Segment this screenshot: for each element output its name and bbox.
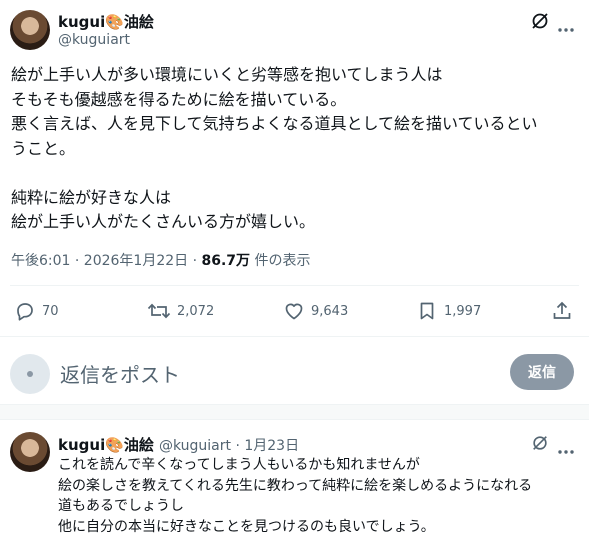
reply-icon xyxy=(17,303,33,321)
composer-avatar xyxy=(10,354,50,394)
bookmark-action-button[interactable]: 1,997 xyxy=(416,300,481,322)
reply-author-display-name[interactable]: kugui🎨油絵 xyxy=(58,436,154,454)
bookmark-icon xyxy=(420,302,434,320)
view-label: 件の表示 xyxy=(250,253,311,269)
reply-composer-input[interactable]: 返信をポスト xyxy=(60,359,180,388)
repost-count: 2,072 xyxy=(177,303,215,319)
like-count: 9,643 xyxy=(311,303,349,319)
divider xyxy=(10,285,579,286)
heart-icon xyxy=(285,303,303,320)
reply-line: 絵の楽しさを教えてくれる先生に教わって純粋に絵を楽しめるようになれる xyxy=(58,477,533,494)
like-action-button[interactable]: 9,643 xyxy=(283,300,348,322)
reply-line: 他に自分の本当に好きなことを見つけるのも良いでしょう。 xyxy=(58,518,435,535)
reply-line: 道もあるでしょうし xyxy=(58,498,184,514)
post-line: 純粋に絵が好きな人は xyxy=(11,187,172,207)
author-avatar[interactable] xyxy=(10,10,50,50)
divider xyxy=(0,336,589,337)
avatar-placeholder-dot xyxy=(27,371,33,377)
reply-author-avatar[interactable] xyxy=(10,432,50,472)
reply-header: kugui🎨油絵 @kuguiart · 1月23日 xyxy=(58,434,299,455)
reply-count: 70 xyxy=(42,303,59,319)
reply-text: これを読んで辛くなってしまう人もいるかも知れませんが 絵の楽しさを教えてくれる先… xyxy=(58,455,532,537)
bookmark-count: 1,997 xyxy=(444,303,482,319)
section-divider xyxy=(0,404,589,420)
reply-submit-button[interactable]: 返信 xyxy=(510,354,574,390)
more-options-icon[interactable] xyxy=(557,18,575,32)
reply-author-handle-date[interactable]: @kuguiart · 1月23日 xyxy=(159,438,299,454)
more-options-icon[interactable] xyxy=(557,440,575,454)
post-line: 絵が上手い人が多い環境にいくと劣等感を抱いてしまう人は xyxy=(11,65,443,84)
reply-line: これを読んで辛くなってしまう人もいるかも知れませんが xyxy=(58,457,420,473)
post-text: 絵が上手い人が多い環境にいくと劣等感を抱いてしまう人は そもそも優越感を得るため… xyxy=(11,63,538,235)
grok-icon[interactable] xyxy=(530,11,550,31)
post-meta: 午後6:01 · 2026年1月22日 · 86.7万 件の表示 xyxy=(11,250,311,270)
post-line: うこと。 xyxy=(11,138,76,158)
repost-action-button[interactable]: 2,072 xyxy=(147,300,214,322)
grok-icon[interactable] xyxy=(531,434,549,452)
post-line: そもそも優越感を得るために絵を描いている。 xyxy=(11,89,347,109)
view-count: 86.7万 xyxy=(201,253,251,269)
post-timestamp[interactable]: 午後6:01 · 2026年1月22日 · xyxy=(11,253,202,269)
author-handle[interactable]: @kuguiart xyxy=(58,32,130,48)
post-line: 悪く言えば、人を見下して気持ちよくなる道具として絵を描いているとい xyxy=(11,114,538,133)
share-icon xyxy=(553,301,571,319)
repost-icon xyxy=(147,303,171,319)
post-line: 絵が上手い人がたくさんいる方が嬉しい。 xyxy=(11,212,316,231)
share-action-button[interactable] xyxy=(551,300,573,322)
reply-action-button[interactable]: 70 xyxy=(14,300,59,322)
author-display-name[interactable]: kugui🎨油絵 xyxy=(58,11,154,32)
post-line xyxy=(11,161,538,186)
